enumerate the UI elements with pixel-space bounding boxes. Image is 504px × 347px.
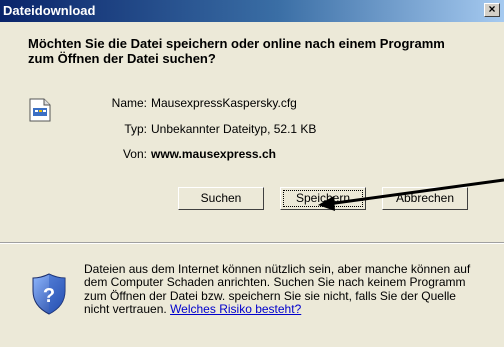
from-label: Von: xyxy=(122,147,147,161)
file-type-value: Unbekannter Dateityp, 52.1 KB xyxy=(151,122,317,136)
file-source-value: www.mausexpress.ch xyxy=(151,147,276,161)
file-name-value: MausexpressKaspersky.cfg xyxy=(151,96,297,110)
type-label: Typ: xyxy=(124,122,147,136)
risk-link[interactable]: Welches Risiko besteht? xyxy=(170,302,301,316)
security-shield-icon: ? xyxy=(32,273,66,315)
title-bar[interactable]: Dateidownload × xyxy=(0,0,504,22)
cancel-button[interactable]: Abbrechen xyxy=(382,187,468,210)
close-button[interactable]: × xyxy=(484,3,500,17)
search-button[interactable]: Suchen xyxy=(178,187,264,210)
window-title: Dateidownload xyxy=(3,3,96,18)
close-icon: × xyxy=(488,2,496,16)
svg-text:?: ? xyxy=(43,285,55,307)
cfg-file-icon xyxy=(29,98,51,122)
download-dialog: Dateidownload × Möchten Sie die Datei sp… xyxy=(0,0,504,347)
separator-highlight xyxy=(0,243,504,244)
security-info: Dateien aus dem Internet können nützlich… xyxy=(84,262,484,316)
name-label: Name: xyxy=(111,96,147,110)
save-button[interactable]: Speichern xyxy=(280,187,366,210)
dialog-question: Möchten Sie die Datei speichern oder onl… xyxy=(28,36,445,66)
